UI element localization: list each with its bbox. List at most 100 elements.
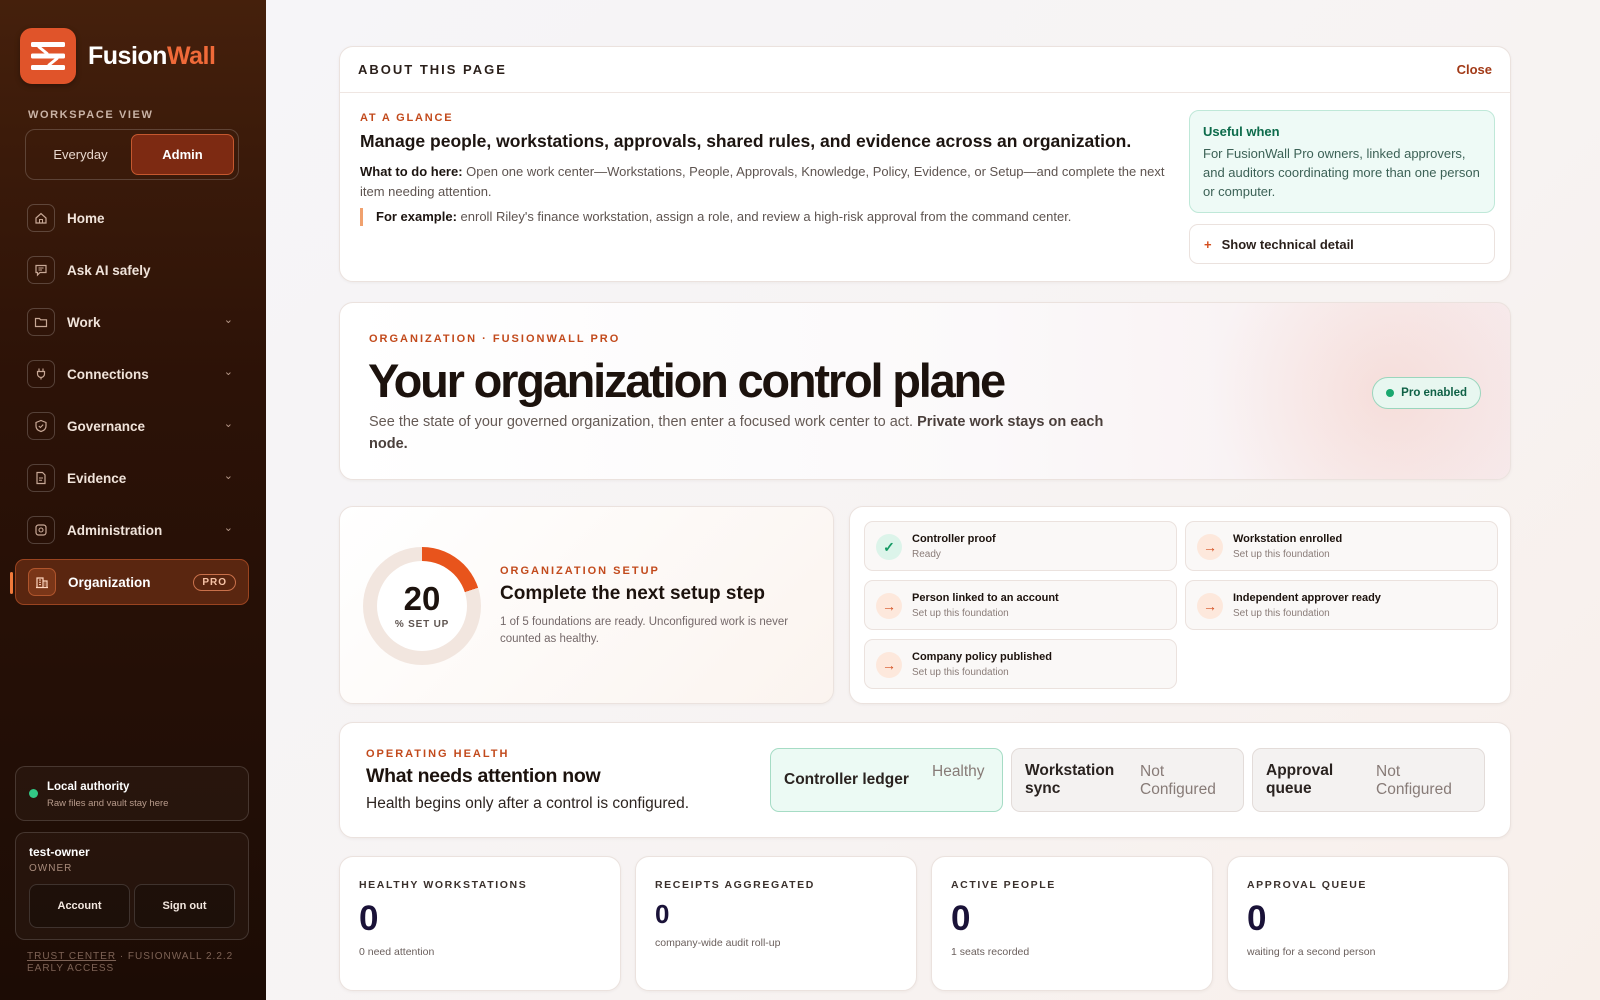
- everyday-view-button[interactable]: Everyday: [30, 134, 131, 175]
- chevron-down-icon: ⌄: [223, 418, 233, 430]
- foundation-status: Set up this foundation: [912, 608, 1009, 619]
- sign-out-button[interactable]: Sign out: [134, 884, 235, 928]
- sidebar-item-home[interactable]: Home: [15, 195, 249, 241]
- foundation-status: Set up this foundation: [1233, 608, 1330, 619]
- arrow-right-icon: →: [1197, 534, 1223, 560]
- useful-title: Useful when: [1203, 124, 1280, 139]
- admin-view-button[interactable]: Admin: [131, 134, 234, 175]
- chevron-down-icon: ⌄: [223, 470, 233, 482]
- setup-progress-donut: 20 % SET UP: [363, 547, 481, 665]
- foundation-title: Controller proof: [912, 533, 996, 545]
- home-icon: [27, 204, 55, 232]
- pro-enabled-badge: Pro enabled: [1372, 377, 1481, 409]
- sidebar-item-label: Administration: [67, 522, 163, 538]
- tile-name: Workstation sync: [1025, 762, 1115, 797]
- useful-text: For FusionWall Pro owners, linked approv…: [1203, 146, 1480, 199]
- health-tile-workstation-sync[interactable]: Workstation sync Not Configured: [1011, 748, 1244, 812]
- stat-caption: company-wide audit roll-up: [655, 937, 781, 949]
- stat-receipts-aggregated[interactable]: RECEIPTS AGGREGATED 0 company-wide audit…: [635, 856, 917, 991]
- stat-active-people[interactable]: ACTIVE PEOPLE 0 1 seats recorded: [931, 856, 1213, 991]
- trust-center-link[interactable]: TRUST CENTER: [27, 951, 116, 962]
- health-tile-approval-queue[interactable]: Approval queue Not Configured: [1252, 748, 1485, 812]
- glance-heading: Manage people, workstations, approvals, …: [360, 131, 1132, 151]
- authority-title: Local authority: [47, 781, 130, 793]
- tile-name: Approval queue: [1266, 762, 1334, 797]
- brand-name: FusionWall: [88, 42, 216, 71]
- foundation-controller-proof[interactable]: ✓ Controller proof Ready: [864, 521, 1177, 571]
- tile-status: Not Configured: [1376, 763, 1452, 798]
- sidebar-item-label: Home: [67, 210, 105, 226]
- todo-body: Open one work center—Workstations, Peopl…: [360, 164, 1165, 199]
- main-content: ABOUT THIS PAGE Close AT A GLANCE Manage…: [266, 0, 1600, 1000]
- pro-badge: PRO: [193, 574, 236, 591]
- setup-eyebrow: ORGANIZATION SETUP: [500, 565, 660, 577]
- todo-text: What to do here: Open one work center—Wo…: [360, 162, 1165, 202]
- sidebar-item-connections[interactable]: Connections ⌄: [15, 351, 249, 397]
- sidebar-item-evidence[interactable]: Evidence ⌄: [15, 455, 249, 501]
- foundation-title: Person linked to an account: [912, 592, 1059, 604]
- fusionwall-logo-icon: [20, 28, 76, 84]
- tile-status: Healthy: [932, 763, 985, 780]
- account-button[interactable]: Account: [29, 884, 130, 928]
- user-name: test-owner: [29, 845, 90, 859]
- health-eyebrow: OPERATING HEALTH: [366, 748, 510, 760]
- foundation-approver-ready[interactable]: → Independent approver ready Set up this…: [1185, 580, 1498, 630]
- sidebar-item-label: Governance: [67, 418, 146, 434]
- sidebar-item-label: Work: [67, 314, 101, 330]
- stat-approval-queue[interactable]: APPROVAL QUEUE 0 waiting for a second pe…: [1227, 856, 1509, 991]
- workspace-view-toggle: Everyday Admin: [25, 129, 239, 180]
- page-title: Your organization control plane: [368, 354, 1006, 407]
- sidebar-item-administration[interactable]: Administration ⌄: [15, 507, 249, 553]
- foundation-policy-published[interactable]: → Company policy published Set up this f…: [864, 639, 1177, 689]
- stat-caption: 1 seats recorded: [951, 946, 1030, 958]
- folder-icon: [27, 308, 55, 336]
- chevron-down-icon: ⌄: [223, 314, 233, 326]
- sidebar-item-work[interactable]: Work ⌄: [15, 299, 249, 345]
- todo-label: What to do here:: [360, 164, 463, 179]
- show-technical-detail-button[interactable]: + Show technical detail: [1189, 224, 1495, 264]
- stat-label: APPROVAL QUEUE: [1247, 879, 1368, 891]
- close-button[interactable]: Close: [1457, 62, 1492, 77]
- sidebar-item-governance[interactable]: Governance ⌄: [15, 403, 249, 449]
- sidebar-item-organization[interactable]: Organization PRO: [10, 559, 249, 605]
- hero-eyebrow: ORGANIZATION · FUSIONWALL PRO: [369, 333, 621, 345]
- operating-health-card: OPERATING HEALTH What needs attention no…: [339, 722, 1511, 838]
- setup-heading: Complete the next setup step: [500, 583, 765, 604]
- foundation-title: Independent approver ready: [1233, 592, 1381, 604]
- example-callout: For example: enroll Riley's finance work…: [360, 208, 1071, 226]
- workspace-view-label: WORKSPACE VIEW: [28, 109, 154, 121]
- foundation-status: Set up this foundation: [1233, 549, 1330, 560]
- sidebar: FusionWall WORKSPACE VIEW Everyday Admin…: [0, 0, 266, 1000]
- chevron-down-icon: ⌄: [223, 366, 233, 378]
- setup-description: 1 of 5 foundations are ready. Unconfigur…: [500, 616, 789, 645]
- status-dot-icon: [1386, 389, 1395, 397]
- setup-unit: % SET UP: [394, 619, 450, 630]
- stat-caption: 0 need attention: [359, 946, 435, 958]
- chevron-down-icon: ⌄: [223, 522, 233, 534]
- arrow-right-icon: →: [1197, 593, 1223, 619]
- foundation-title: Company policy published: [912, 651, 1052, 663]
- shield-icon: [27, 412, 55, 440]
- plus-icon: +: [1204, 236, 1212, 252]
- foundation-workstation-enrolled[interactable]: → Workstation enrolled Set up this found…: [1185, 521, 1498, 571]
- stat-healthy-workstations[interactable]: HEALTHY WORKSTATIONS 0 0 need attention: [339, 856, 621, 991]
- foundation-person-linked[interactable]: → Person linked to an account Set up thi…: [864, 580, 1177, 630]
- stat-value: 0: [1247, 899, 1267, 938]
- gear-icon: [27, 516, 55, 544]
- sidebar-item-label: Connections: [67, 366, 149, 382]
- brand-logo[interactable]: FusionWall: [20, 28, 216, 84]
- health-heading: What needs attention now: [366, 765, 601, 787]
- hero-panel: ORGANIZATION · FUSIONWALL PRO Your organ…: [339, 302, 1511, 480]
- glance-label: AT A GLANCE: [360, 112, 454, 124]
- user-role: OWNER: [29, 863, 73, 874]
- foundation-status: Ready: [912, 549, 941, 560]
- status-dot-icon: [29, 789, 38, 798]
- stat-label: HEALTHY WORKSTATIONS: [359, 879, 528, 891]
- tech-label: Show technical detail: [1221, 236, 1354, 252]
- example-body: enroll Riley's finance workstation, assi…: [456, 209, 1072, 224]
- health-tile-controller-ledger[interactable]: Controller ledger Healthy: [770, 748, 1003, 812]
- hero-description: See the state of your governed organizat…: [369, 411, 1129, 455]
- sidebar-item-ask-ai[interactable]: Ask AI safely: [15, 247, 249, 293]
- sidebar-item-label: Organization: [68, 574, 151, 590]
- document-icon: [27, 464, 55, 492]
